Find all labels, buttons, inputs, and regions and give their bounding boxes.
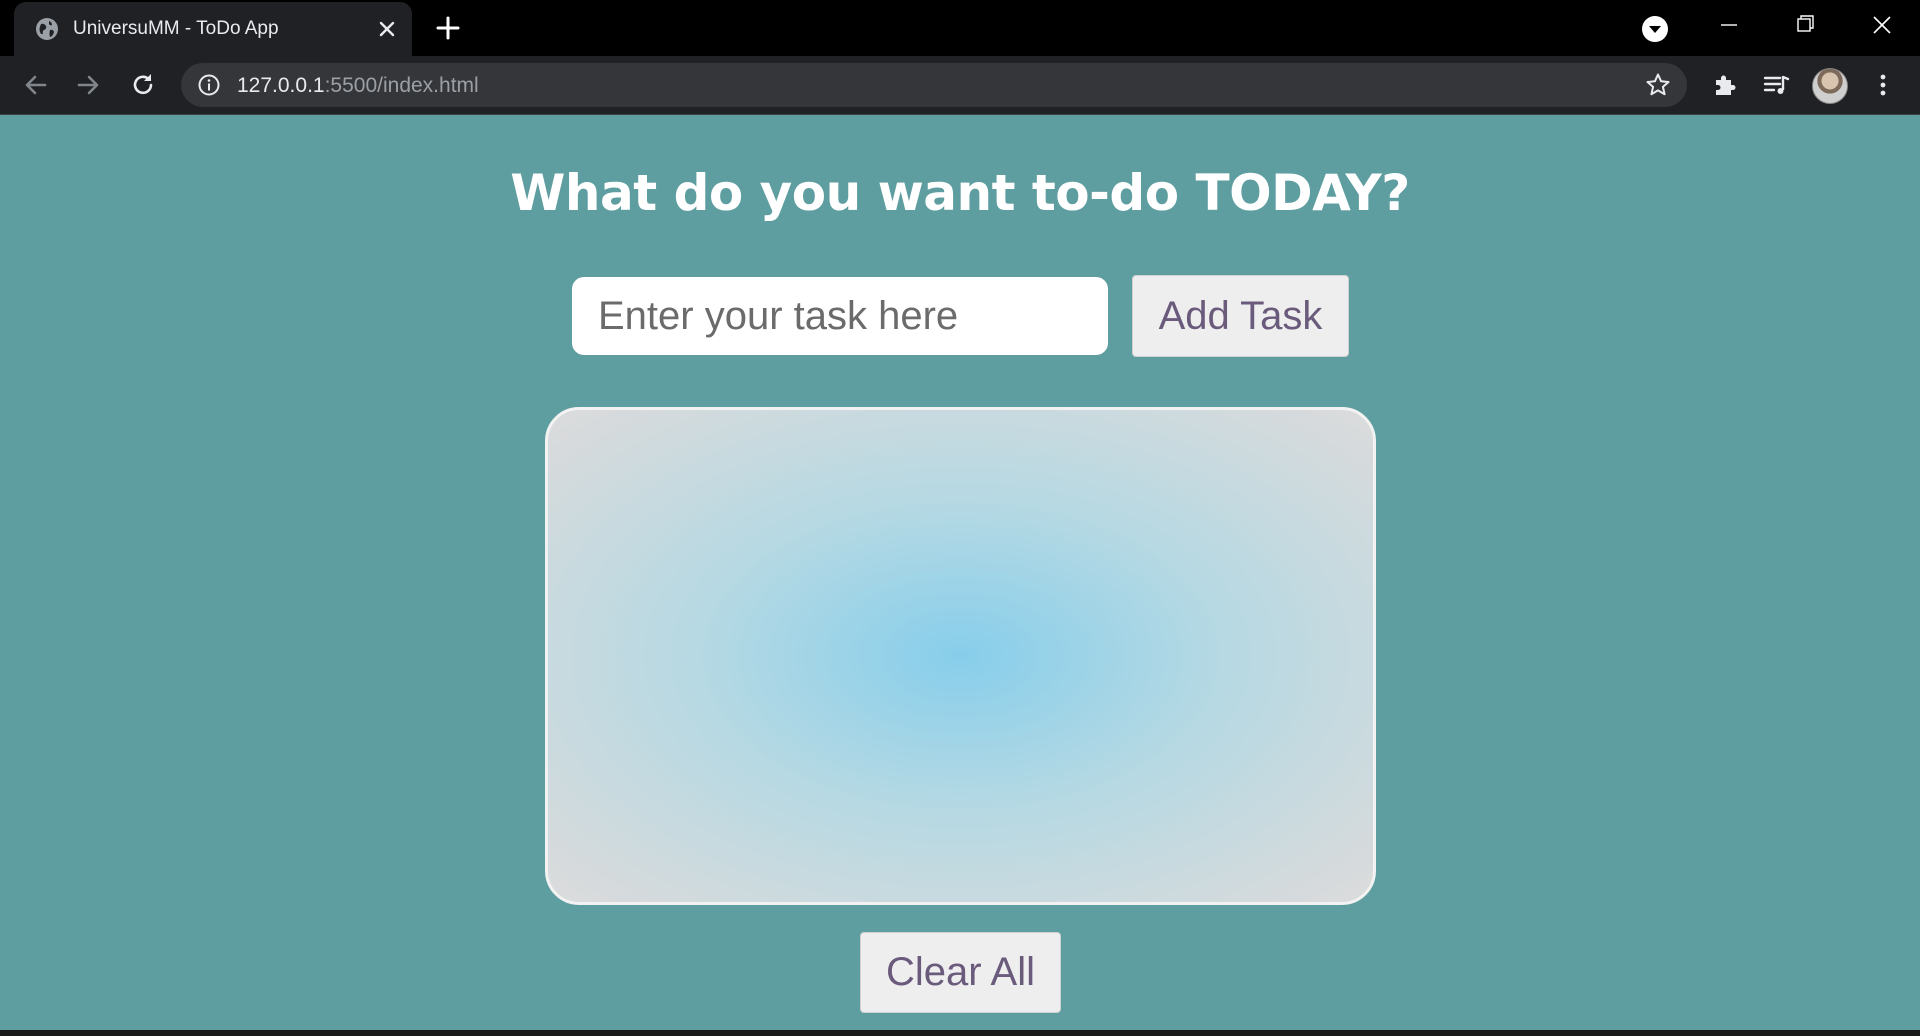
address-host: 127.0.0.1 [237,74,325,97]
plus-icon[interactable] [434,14,462,42]
task-input[interactable] [572,277,1108,355]
reload-icon[interactable] [127,69,159,101]
window-close-icon[interactable] [1862,8,1902,42]
page-title: What do you want to-do TODAY? [510,164,1410,222]
taskbar-edge [0,1030,1920,1036]
add-task-button[interactable]: Add Task [1132,275,1349,357]
address-url[interactable]: 127.0.0.1:5500/index.html [237,74,479,98]
tab-strip: UniversuMM - ToDo App [0,0,1920,56]
clear-all-button[interactable]: Clear All [860,932,1061,1013]
arrow-right-icon[interactable] [72,69,104,101]
arrow-left-icon[interactable] [20,69,52,101]
star-icon[interactable] [1645,72,1671,98]
restore-icon[interactable] [1785,8,1825,42]
tab-title: UniversuMM - ToDo App [73,18,279,39]
minimize-icon[interactable] [1709,8,1749,42]
browser-window: UniversuMM - ToDo App 127.0.0.1:5500/ind… [0,0,1920,1036]
info-icon[interactable] [197,73,221,97]
kebab-menu-icon[interactable] [1867,69,1899,101]
globe-icon [36,18,58,40]
profile-avatar[interactable] [1812,68,1848,104]
address-path: :5500/index.html [324,74,479,97]
todo-page: What do you want to-do TODAY? Add Task C… [0,116,1920,1030]
browser-toolbar: 127.0.0.1:5500/index.html [0,56,1920,115]
active-tab[interactable]: UniversuMM - ToDo App [14,2,412,56]
puzzle-icon[interactable] [1709,69,1741,101]
address-bar[interactable]: 127.0.0.1:5500/index.html [181,63,1687,107]
close-icon[interactable] [376,18,398,40]
task-list [545,407,1376,905]
media-queue-icon[interactable] [1760,69,1792,101]
chevron-down-icon[interactable] [1640,14,1670,44]
